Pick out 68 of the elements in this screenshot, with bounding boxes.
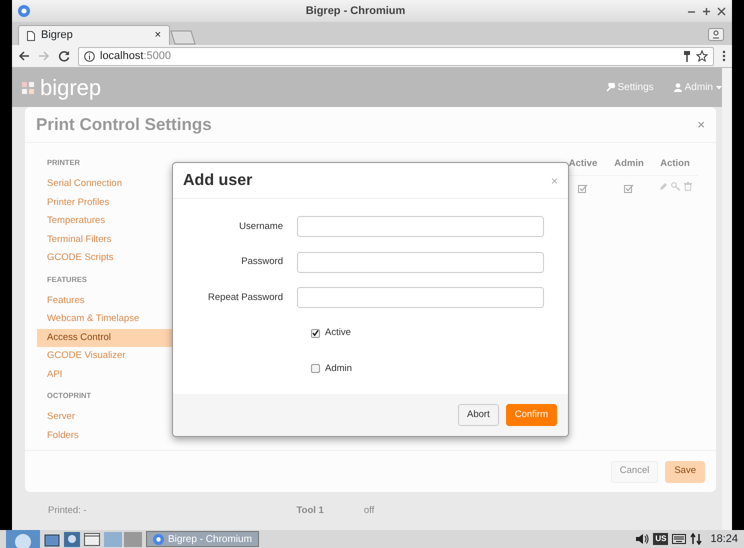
star-icon[interactable]	[696, 50, 708, 62]
save-button[interactable]: Save	[665, 460, 705, 482]
chromium-icon	[18, 5, 30, 17]
menu-icon[interactable]	[722, 50, 726, 62]
document-icon	[27, 30, 35, 40]
taskbar-window-button[interactable]: Bigrep - Chromium	[146, 531, 259, 547]
sidebar-item[interactable]: Terminal Filters	[37, 230, 172, 249]
nav-link[interactable]: Admin	[674, 80, 722, 95]
field-label: Password	[240, 255, 284, 270]
back-icon[interactable]	[18, 50, 30, 62]
user-icon	[674, 83, 682, 92]
input-field[interactable]	[297, 216, 544, 238]
sidebar-item[interactable]: GCODE Scripts	[37, 249, 172, 268]
column-header: Active	[568, 157, 598, 171]
chromium-icon	[153, 534, 164, 544]
close-icon[interactable]	[717, 6, 726, 16]
checkbox[interactable]	[311, 364, 320, 374]
caret-icon	[716, 86, 722, 90]
column-header: Admin	[613, 157, 645, 171]
sidebar-item[interactable]: GCODE Visualizer	[37, 347, 172, 366]
sidebar-item[interactable]: Access Control	[37, 328, 172, 347]
tool-state-text: off	[364, 504, 374, 518]
dialog-title: Add user	[183, 170, 254, 190]
input-field[interactable]	[297, 287, 544, 308]
sidebar-item[interactable]: Printer Profiles	[37, 194, 172, 212]
keyboard-icon[interactable]	[672, 534, 686, 544]
window-icon[interactable]	[84, 532, 100, 546]
abort-button[interactable]: Abort	[458, 404, 499, 426]
url-text: localhost:5000	[100, 48, 172, 64]
logo-icon	[22, 82, 34, 94]
brand-name[interactable]: bigrep	[40, 71, 102, 104]
sidebar-item[interactable]: Server	[37, 408, 172, 426]
start-menu-icon[interactable]	[6, 530, 40, 548]
network-icon[interactable]	[690, 533, 702, 545]
reload-icon[interactable]	[58, 50, 70, 62]
checkbox-label: Active	[325, 326, 351, 340]
profile-icon[interactable]	[708, 28, 724, 41]
clock-text: 18:24	[710, 532, 738, 547]
info-icon	[84, 50, 95, 62]
close-button[interactable]: ×	[550, 172, 558, 190]
volume-icon[interactable]	[635, 533, 650, 545]
browser-tab[interactable]: Bigrep ×	[18, 25, 170, 45]
sidebar-item[interactable]: Features	[37, 292, 172, 310]
sidebar-item[interactable]: Folders	[37, 426, 172, 445]
tab-close-button[interactable]: ×	[154, 27, 161, 44]
print-status-text: Printed: -	[48, 504, 87, 518]
tool-label: Tool 1	[296, 504, 324, 518]
field-label: Repeat Password	[207, 290, 284, 305]
address-bar[interactable]: localhost:5000	[78, 46, 714, 66]
nav-link[interactable]: Settings	[606, 80, 654, 95]
input-field[interactable]	[297, 252, 544, 273]
dialog-title: Print Control Settings	[36, 114, 213, 136]
field-label: Username	[238, 220, 284, 234]
close-button[interactable]: ×	[697, 114, 705, 134]
sidebar-item[interactable]: Temperatures	[37, 212, 172, 230]
checkbox-label: Admin	[325, 362, 352, 376]
sidebar-item[interactable]: Serial Connection	[37, 175, 172, 194]
sidebar-item[interactable]: Webcam & Timelapse	[37, 310, 172, 328]
window-title: Bigrep - Chromium	[304, 4, 406, 19]
sidebar-item[interactable]: API	[37, 366, 172, 384]
checkbox[interactable]	[311, 328, 320, 338]
network-tool-icon[interactable]	[64, 532, 80, 546]
maximize-icon[interactable]	[702, 6, 711, 16]
file-manager-icon[interactable]	[44, 532, 60, 546]
keyboard-layout-indicator[interactable]: US	[653, 533, 668, 545]
cancel-button[interactable]: Cancel	[610, 460, 658, 482]
confirm-button[interactable]: Confirm	[506, 404, 557, 426]
column-header: Action	[659, 157, 691, 171]
